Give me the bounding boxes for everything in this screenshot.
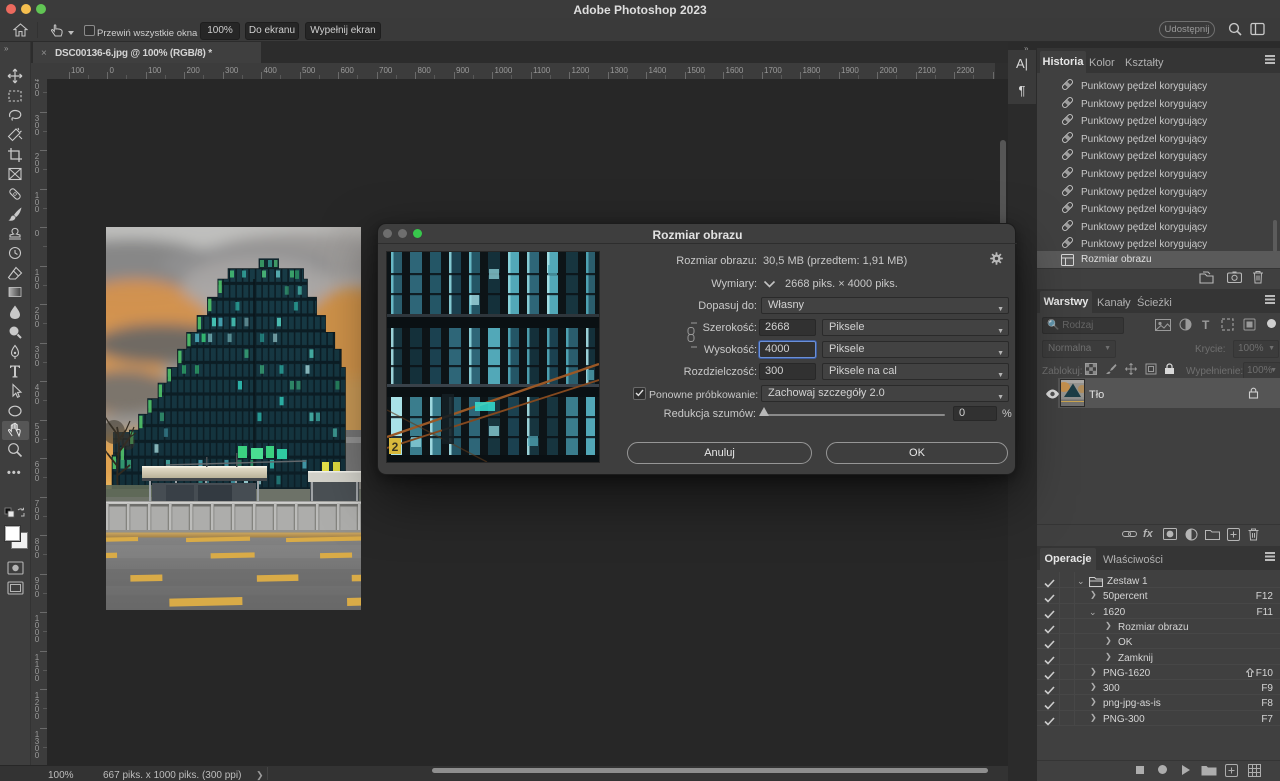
svg-text:2: 2 (392, 440, 399, 454)
